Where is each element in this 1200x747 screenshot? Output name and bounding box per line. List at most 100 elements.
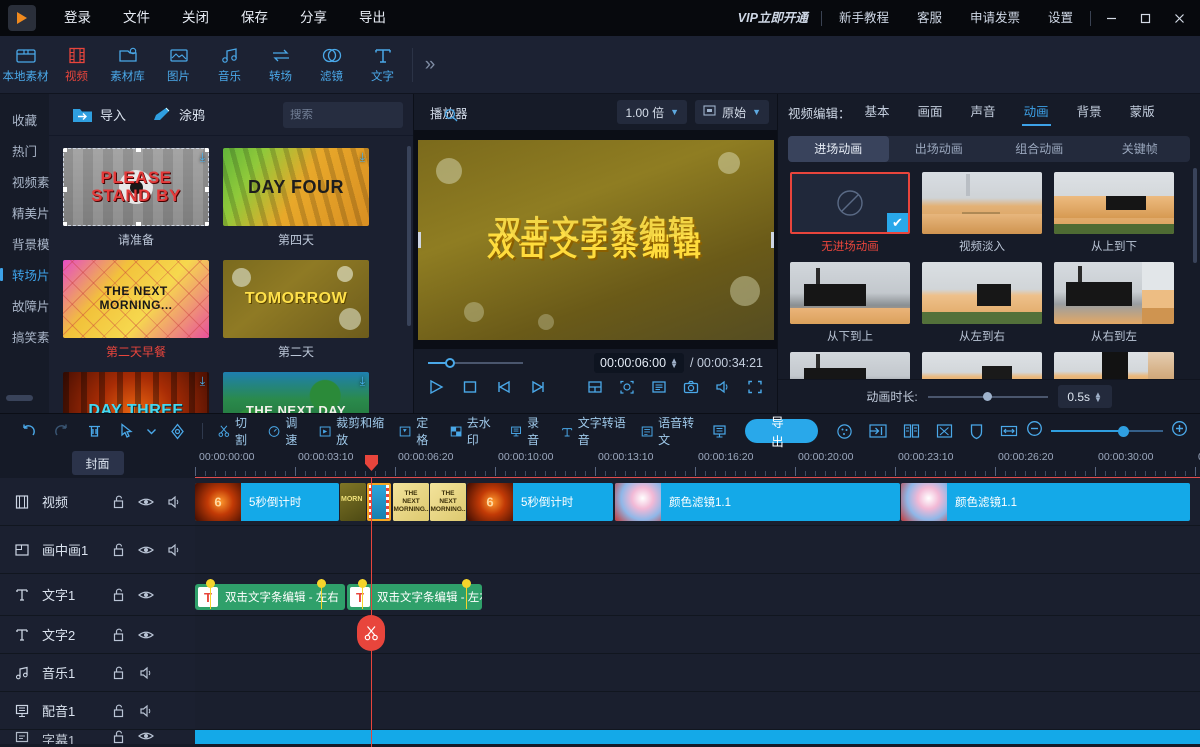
- minimize-icon[interactable]: [1094, 0, 1128, 36]
- tab-animation[interactable]: 动画: [1010, 95, 1063, 129]
- timeline-clip[interactable]: 6 5秒倒计时: [195, 483, 339, 521]
- download-icon[interactable]: ⤓: [360, 151, 365, 163]
- animation-item-right-to-left[interactable]: 从右到左: [1054, 262, 1174, 344]
- zoom-out-button[interactable]: [1026, 420, 1043, 442]
- volume-icon[interactable]: [160, 543, 188, 557]
- lock-icon[interactable]: [104, 543, 132, 557]
- vip-upgrade-link[interactable]: VIP立即开通: [738, 0, 818, 36]
- category-hot[interactable]: 热门: [0, 135, 49, 166]
- play-icon[interactable]: [428, 379, 444, 395]
- tab-filter[interactable]: 滤镜: [306, 38, 357, 92]
- download-icon[interactable]: ⤓: [200, 151, 205, 163]
- tool-tts[interactable]: 文字转语音: [554, 418, 634, 444]
- redo-icon[interactable]: [45, 418, 78, 444]
- animation-thumbnail[interactable]: [1054, 352, 1174, 379]
- preview-handle-right[interactable]: [771, 232, 774, 248]
- video-preview[interactable]: 双击文字条编辑 双击文字条编辑: [414, 130, 777, 349]
- animation-item-row3-1[interactable]: [790, 352, 910, 379]
- subtab-exit[interactable]: 出场动画: [889, 136, 990, 162]
- eye-icon[interactable]: [132, 629, 160, 641]
- track-body-pip[interactable]: [195, 526, 1200, 573]
- timeline-clip[interactable]: 颜色滤镜1.1: [901, 483, 1190, 521]
- tool-watermark[interactable]: 去水印: [443, 418, 503, 444]
- track-body-text-1[interactable]: T 双击文字条编辑 - 左右 T 双击文字条编辑 - 左右: [195, 574, 1200, 615]
- tab-text[interactable]: 文字: [357, 38, 408, 92]
- undo-icon[interactable]: [12, 418, 45, 444]
- animation-thumbnail[interactable]: [922, 352, 1042, 379]
- animation-item-bottom-to-top[interactable]: 从下到上: [790, 262, 910, 344]
- tab-image[interactable]: 图片: [153, 38, 204, 92]
- menu-item-save[interactable]: 保存: [225, 0, 284, 36]
- timeline-clip[interactable]: 6 5秒倒计时: [467, 483, 613, 521]
- chevron-down-icon[interactable]: [142, 418, 161, 444]
- animation-item-row3-2[interactable]: [922, 352, 1042, 379]
- doodle-button[interactable]: 涂鸦: [138, 104, 217, 126]
- duration-value-field[interactable]: 0.5s ▲▼: [1058, 385, 1112, 408]
- time-stepper-icon[interactable]: ▲▼: [670, 358, 678, 368]
- cursor-icon[interactable]: [111, 418, 142, 444]
- tab-picture[interactable]: 画面: [904, 95, 957, 129]
- lock-icon[interactable]: [104, 666, 132, 680]
- category-intro[interactable]: 精美片头: [0, 197, 49, 228]
- subtab-keyframe[interactable]: 关键帧: [1090, 136, 1191, 162]
- animation-scrollbar[interactable]: [1193, 168, 1197, 263]
- lock-icon[interactable]: [104, 588, 132, 602]
- animation-item-row3-3[interactable]: [1054, 352, 1174, 379]
- eye-icon[interactable]: [132, 589, 160, 601]
- animation-thumbnail[interactable]: [922, 262, 1042, 324]
- media-thumbnail[interactable]: THE NEXT MORNING...: [63, 260, 209, 338]
- category-favorites[interactable]: 收藏: [0, 104, 49, 135]
- download-icon[interactable]: ⤓: [200, 375, 205, 387]
- media-thumbnail[interactable]: THE NEXT DAY ⤓: [223, 372, 369, 413]
- search-input[interactable]: [290, 109, 444, 121]
- video-canvas[interactable]: 双击文字条编辑 双击文字条编辑: [418, 140, 774, 340]
- tool-crop-zoom[interactable]: 裁剪和缩放: [312, 418, 392, 444]
- timeline-clip[interactable]: THENEXTMORNING..: [393, 483, 429, 521]
- volume-icon[interactable]: [132, 666, 160, 680]
- animation-item-fade-in[interactable]: 视频淡入: [922, 172, 1042, 254]
- category-scrollbar[interactable]: [6, 395, 33, 401]
- volume-icon[interactable]: [132, 704, 160, 718]
- tab-background[interactable]: 背景: [1063, 95, 1116, 129]
- animation-item-left-to-right[interactable]: 从左到右: [922, 262, 1042, 344]
- animation-thumbnail[interactable]: [790, 262, 910, 324]
- duration-slider[interactable]: [928, 391, 1048, 403]
- cut-box-icon[interactable]: [928, 418, 961, 444]
- fullscreen-icon[interactable]: [747, 379, 763, 395]
- media-thumbnail[interactable]: DAY THREE ⤓: [63, 372, 209, 413]
- menu-item-support[interactable]: 客服: [903, 0, 956, 36]
- media-tile[interactable]: PLEASE STAND BY ⤓ 请准备: [63, 148, 209, 248]
- media-tile[interactable]: THE NEXT MORNING... 第二天早餐: [63, 260, 209, 360]
- prev-frame-icon[interactable]: [496, 379, 512, 395]
- tab-mask[interactable]: 蒙版: [1116, 95, 1169, 129]
- timeline-clip[interactable]: MORN: [340, 483, 366, 521]
- seek-slider[interactable]: [428, 356, 523, 370]
- media-tile[interactable]: DAY THREE ⤓ 第三天: [63, 372, 209, 413]
- current-time-field[interactable]: 00:00:06:00 ▲▼: [594, 353, 684, 373]
- subtitle-icon[interactable]: [651, 379, 667, 395]
- animation-item-none[interactable]: ✔ 无进场动画: [790, 172, 910, 254]
- media-tile[interactable]: THE NEXT DAY ⤓ 次日: [223, 372, 369, 413]
- timeline-clip[interactable]: THENEXTMORNING..: [430, 483, 466, 521]
- voiceover-icon[interactable]: [704, 418, 735, 444]
- menu-item-export[interactable]: 导出: [343, 0, 402, 36]
- quality-dropdown[interactable]: 原始 ▼: [695, 100, 769, 124]
- download-icon[interactable]: ⤓: [360, 375, 365, 387]
- menu-item-settings[interactable]: 设置: [1034, 0, 1087, 36]
- eye-icon[interactable]: [132, 730, 160, 742]
- subtab-combo[interactable]: 组合动画: [989, 136, 1090, 162]
- color-wheel-icon[interactable]: [828, 418, 861, 444]
- menu-item-close[interactable]: 关闭: [166, 0, 225, 36]
- media-scrollbar[interactable]: [407, 146, 411, 326]
- split-view-icon[interactable]: [587, 379, 603, 395]
- tab-library[interactable]: 素材库: [102, 38, 153, 92]
- maximize-icon[interactable]: [1128, 0, 1162, 36]
- tool-speed[interactable]: 调速: [261, 418, 311, 444]
- speed-dropdown[interactable]: 1.00 倍 ▼: [617, 100, 687, 124]
- volume-icon[interactable]: [160, 495, 188, 509]
- lock-icon[interactable]: [104, 704, 132, 718]
- category-background[interactable]: 背景模板: [0, 228, 49, 259]
- text-clip[interactable]: T 双击文字条编辑 - 左右: [347, 584, 482, 610]
- duration-knob[interactable]: [983, 392, 992, 401]
- menu-item-share[interactable]: 分享: [284, 0, 343, 36]
